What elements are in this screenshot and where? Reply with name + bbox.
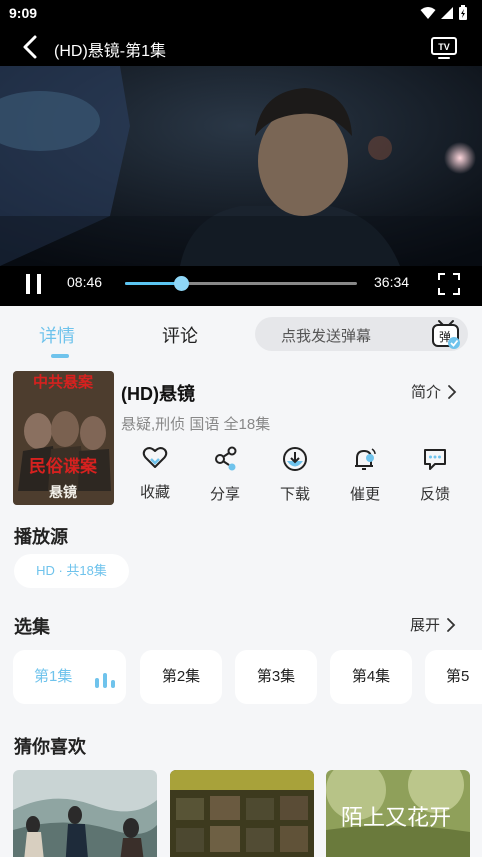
episode-item-4[interactable]: 第4集 — [330, 650, 412, 704]
pause-icon[interactable] — [24, 272, 44, 296]
danmaku-placeholder: 点我发送弹幕 — [281, 328, 372, 345]
episode-list: 第1集 第2集 第3集 第4集 第5 — [0, 650, 482, 704]
tabs-row: 详情 评论 点我发送弹幕 — [0, 306, 482, 362]
fullscreen-icon[interactable] — [438, 273, 460, 295]
poster-text-middle: 民俗谍案 — [29, 456, 98, 477]
progress-knob[interactable] — [173, 276, 189, 291]
recommend-section-title: 猜你喜欢 — [14, 737, 86, 757]
urge-update-label: 催更 — [349, 486, 380, 503]
status-icons — [420, 5, 468, 21]
show-meta: 悬疑,刑侦 国语 全18集 — [121, 416, 271, 433]
urge-update-button[interactable]: 催更 — [330, 446, 400, 504]
tab-indicator — [51, 354, 69, 358]
player-controls: 08:46 36:34 — [0, 266, 482, 306]
heart-icon — [142, 447, 168, 468]
chevron-right-icon — [447, 617, 456, 632]
total-time: 36:34 — [374, 274, 410, 290]
progress-bar[interactable] — [125, 276, 357, 291]
tv-cast-icon[interactable]: TV — [430, 34, 458, 60]
episode-item-1[interactable]: 第1集 — [13, 650, 126, 704]
expand-label: 展开 — [410, 617, 441, 634]
episode-label: 第4集 — [351, 668, 391, 685]
episode-item-5[interactable]: 第5 — [425, 650, 482, 704]
video-player[interactable]: 08:46 36:34 — [0, 66, 482, 306]
source-section-title: 播放源 — [14, 527, 68, 547]
share-label: 分享 — [209, 486, 240, 503]
tab-details[interactable]: 详情 — [39, 322, 75, 348]
back-icon[interactable] — [18, 34, 44, 60]
video-title: (HD)悬镜-第1集 — [54, 43, 166, 60]
feedback-icon — [424, 449, 446, 470]
poster-text-top: 中共悬案 — [33, 373, 94, 391]
wifi-icon — [420, 7, 436, 19]
recommend-item-1[interactable] — [13, 770, 157, 857]
share-button[interactable]: 分享 — [190, 446, 260, 504]
episode-label: 第5 — [446, 668, 470, 685]
episode-label: 第3集 — [256, 668, 296, 685]
show-title: (HD)悬镜 — [121, 384, 195, 404]
recommend-list: 陌上又花开 — [0, 770, 482, 857]
download-icon — [283, 447, 307, 471]
source-chip[interactable]: HD · 共18集 — [14, 554, 129, 588]
episode-label: 第1集 — [34, 668, 73, 685]
download-label: 下载 — [279, 486, 310, 503]
download-button[interactable]: 下载 — [260, 446, 330, 504]
recommend-item-3[interactable]: 陌上又花开 — [326, 770, 470, 857]
playing-bars-icon — [95, 673, 115, 688]
current-time: 08:46 — [67, 274, 103, 290]
poster-text-bottom: 悬镜 — [48, 484, 77, 501]
feedback-label: 反馈 — [419, 486, 450, 503]
bell-icon — [355, 448, 376, 470]
tab-comments[interactable]: 评论 — [162, 322, 198, 348]
episode-label: 第2集 — [161, 668, 201, 685]
status-bar: 9:09 — [0, 0, 482, 26]
episode-item-2[interactable]: 第2集 — [140, 650, 222, 704]
show-poster[interactable]: 中共悬案 民俗谍案 悬镜 — [13, 371, 114, 505]
status-time: 9:09 — [9, 5, 38, 21]
favorite-button[interactable]: 收藏 — [120, 446, 190, 502]
favorite-label: 收藏 — [139, 484, 170, 501]
recommend-poster-text: 陌上又花开 — [341, 806, 451, 831]
progress-fill — [125, 282, 181, 285]
chevron-right-icon — [448, 384, 457, 399]
feedback-button[interactable]: 反馈 — [400, 446, 470, 504]
video-frame — [0, 66, 482, 266]
recommend-item-2[interactable] — [170, 770, 314, 857]
player-top-bar: (HD)悬镜-第1集 TV — [0, 26, 482, 66]
battery-icon — [459, 5, 467, 20]
signal-icon — [441, 7, 453, 19]
svg-text:TV: TV — [438, 42, 450, 52]
episode-item-3[interactable]: 第3集 — [235, 650, 317, 704]
danmaku-toggle-icon[interactable]: 弹 — [430, 318, 462, 350]
action-bar: 收藏 分享 下载 催更 反馈 — [120, 446, 470, 506]
expand-episodes-link[interactable]: 展开 — [410, 614, 456, 635]
episodes-section-title: 选集 — [14, 617, 50, 637]
share-icon — [215, 446, 237, 471]
intro-label: 简介 — [411, 384, 442, 401]
intro-link[interactable]: 简介 — [411, 381, 457, 402]
